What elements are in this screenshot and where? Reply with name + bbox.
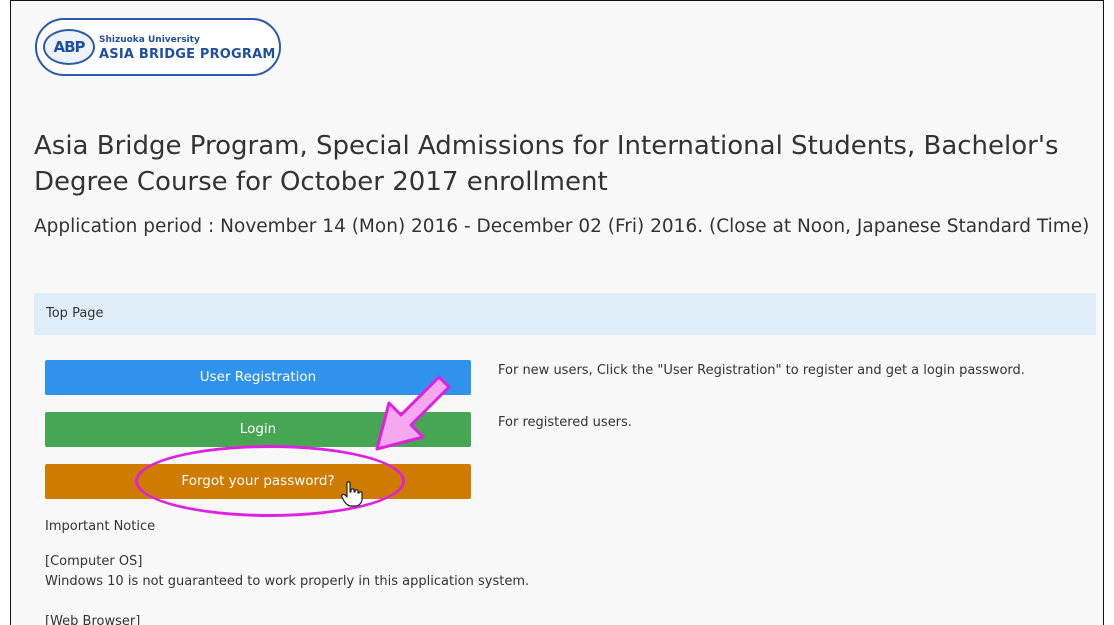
- important-notice-heading: Important Notice: [45, 519, 156, 534]
- breadcrumb-top-page[interactable]: Top Page: [46, 306, 104, 321]
- page-frame: ABP Shizuoka University ASIA BRIDGE PROG…: [10, 0, 1104, 625]
- program-logo[interactable]: ABP Shizuoka University ASIA BRIDGE PROG…: [35, 18, 281, 76]
- breadcrumb: Top Page: [34, 293, 1096, 335]
- logo-university-name: Shizuoka University: [99, 35, 200, 45]
- computer-os-text: Windows 10 is not guaranteed to work pro…: [45, 574, 530, 589]
- application-period: Application period : November 14 (Mon) 2…: [34, 216, 1090, 237]
- abp-logo-icon: ABP: [43, 29, 95, 65]
- login-description: For registered users.: [498, 415, 632, 430]
- page-title: Asia Bridge Program, Special Admissions …: [34, 131, 1059, 197]
- user-registration-button[interactable]: User Registration: [45, 360, 471, 395]
- web-browser-label: [Web Browser]: [45, 614, 141, 625]
- login-button[interactable]: Login: [45, 412, 471, 447]
- logo-program-name: ASIA BRIDGE PROGRAM: [99, 47, 276, 62]
- registration-description: For new users, Click the "User Registrat…: [498, 363, 1025, 378]
- forgot-password-button[interactable]: Forgot your password?: [45, 464, 471, 499]
- computer-os-label: [Computer OS]: [45, 554, 143, 569]
